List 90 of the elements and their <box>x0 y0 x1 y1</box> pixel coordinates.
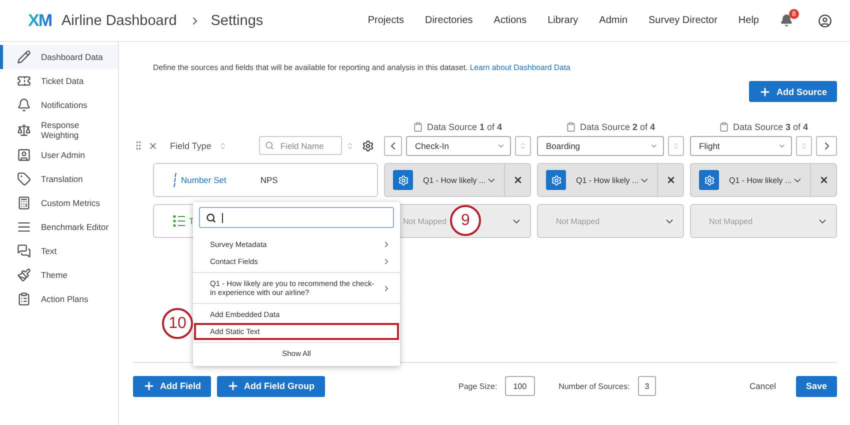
cancel-link[interactable]: Cancel <box>750 381 776 391</box>
plus-icon <box>227 380 239 392</box>
source-title: Data Source 1 of 4 <box>426 122 502 132</box>
sort-icon <box>672 142 680 150</box>
clipboard-icon <box>718 122 729 132</box>
sidebar-item[interactable]: Dashboard Data <box>0 45 118 69</box>
page-size-label: Page Size: <box>458 382 498 390</box>
plus-icon <box>759 86 772 98</box>
settings-icon[interactable] <box>362 140 374 152</box>
sidebar-item[interactable]: Text <box>0 239 118 263</box>
chevron-down-icon <box>778 142 786 150</box>
add-source-button[interactable]: Add Source <box>749 81 837 102</box>
add-field-group-button[interactable]: Add Field Group <box>217 376 324 396</box>
chevron-down-icon <box>497 142 505 150</box>
nav-link[interactable]: Survey Director <box>648 15 718 26</box>
nav-link[interactable]: Library <box>548 15 578 26</box>
sidebar-item[interactable]: Theme <box>0 263 118 287</box>
sources-count-label: Number of Sources: <box>558 382 630 390</box>
sidebar-item[interactable]: Notifications <box>0 93 118 117</box>
chevron-down-icon <box>650 142 658 150</box>
source-select[interactable]: Check-In <box>406 136 511 156</box>
field-row[interactable]: Number Set NPS <box>153 163 378 197</box>
sidebar-item-icon <box>17 74 31 88</box>
user-avatar-icon[interactable] <box>818 14 832 28</box>
nav-link[interactable]: Help <box>738 15 759 26</box>
nav-link[interactable]: Actions <box>494 15 527 26</box>
source-select-value: Check-In <box>415 141 450 151</box>
mapped-question[interactable]: Q1 - How likely ... <box>423 176 486 184</box>
settings-button[interactable] <box>699 170 719 190</box>
sidebar-item[interactable]: Benchmark Editor <box>0 215 118 239</box>
nav-link[interactable]: Admin <box>599 15 628 26</box>
plus-icon <box>143 380 155 392</box>
sidebar-item-icon <box>17 292 31 306</box>
settings-icon <box>398 174 408 186</box>
sidebar-item-icon <box>17 98 31 112</box>
nav-link[interactable]: Directories <box>424 15 473 26</box>
breadcrumb: Settings <box>210 12 264 28</box>
mapped-question[interactable]: Q1 - How likely ... <box>729 176 792 184</box>
sidebar-item[interactable]: Translation <box>0 167 118 191</box>
sidebar-item-icon <box>17 244 31 258</box>
sidebar-item-icon <box>17 50 31 64</box>
source-select-value: Flight <box>699 141 720 151</box>
mapped-question[interactable]: Q1 - How likely ... <box>576 176 639 184</box>
source-select[interactable]: Boarding <box>537 136 664 156</box>
sources-count-field[interactable]: 3 <box>638 376 656 396</box>
nav-link[interactable]: Projects <box>368 15 404 26</box>
save-button[interactable]: Save <box>796 376 837 396</box>
settings-button[interactable] <box>393 170 413 190</box>
sidebar-item[interactable]: Custom Metrics <box>0 191 118 215</box>
sort-icon <box>800 142 808 150</box>
close-icon <box>512 175 523 185</box>
number-set-icon <box>173 173 177 187</box>
add-field-button[interactable]: Add Field <box>133 376 211 396</box>
settings-button[interactable] <box>546 170 566 190</box>
sidebar-item-icon <box>17 196 31 210</box>
sidebar-item-icon <box>17 123 31 137</box>
clipboard-icon <box>566 122 576 132</box>
previous-button[interactable] <box>384 136 402 156</box>
drag-handle-icon[interactable] <box>133 140 144 151</box>
list-icon <box>173 215 185 227</box>
sidebar-item-icon <box>17 148 31 162</box>
sidebar-item[interactable]: Action Plans <box>0 287 118 311</box>
close-icon <box>818 175 829 185</box>
close-icon[interactable] <box>148 140 158 150</box>
sidebar-item-icon <box>17 172 31 186</box>
next-button[interactable] <box>816 136 837 156</box>
source-title: Data Source 3 of 4 <box>732 122 808 132</box>
close-icon <box>666 175 676 185</box>
sidebar-item[interactable]: Ticket Data <box>0 69 118 93</box>
settings-icon <box>550 174 562 186</box>
field-name-search[interactable]: Field Name <box>259 136 342 155</box>
source-title: Data Source 2 of 4 <box>580 122 656 132</box>
sidebar-item-icon <box>17 220 31 234</box>
dashboard-title: Airline Dashboard <box>62 12 177 28</box>
clipboard-icon <box>412 122 423 132</box>
sidebar-item[interactable]: User Admin <box>0 143 118 167</box>
sort-icon <box>519 142 527 150</box>
page-size-field[interactable]: 100 <box>505 376 535 396</box>
field-type-header[interactable]: Field Type <box>170 140 212 150</box>
settings-icon <box>704 174 714 186</box>
search-icon <box>265 141 274 150</box>
sidebar-item-icon <box>17 268 31 282</box>
notifications-icon[interactable] <box>780 14 793 27</box>
sidebar-item[interactable]: Response Weighting <box>0 117 118 143</box>
search-icon <box>206 212 216 222</box>
source-select[interactable]: Flight <box>690 136 792 156</box>
step-callout: 10 <box>162 308 193 339</box>
source-select-value: Boarding <box>546 141 580 151</box>
field-name: NPS <box>260 175 278 185</box>
field-type: Number Set <box>181 175 226 185</box>
